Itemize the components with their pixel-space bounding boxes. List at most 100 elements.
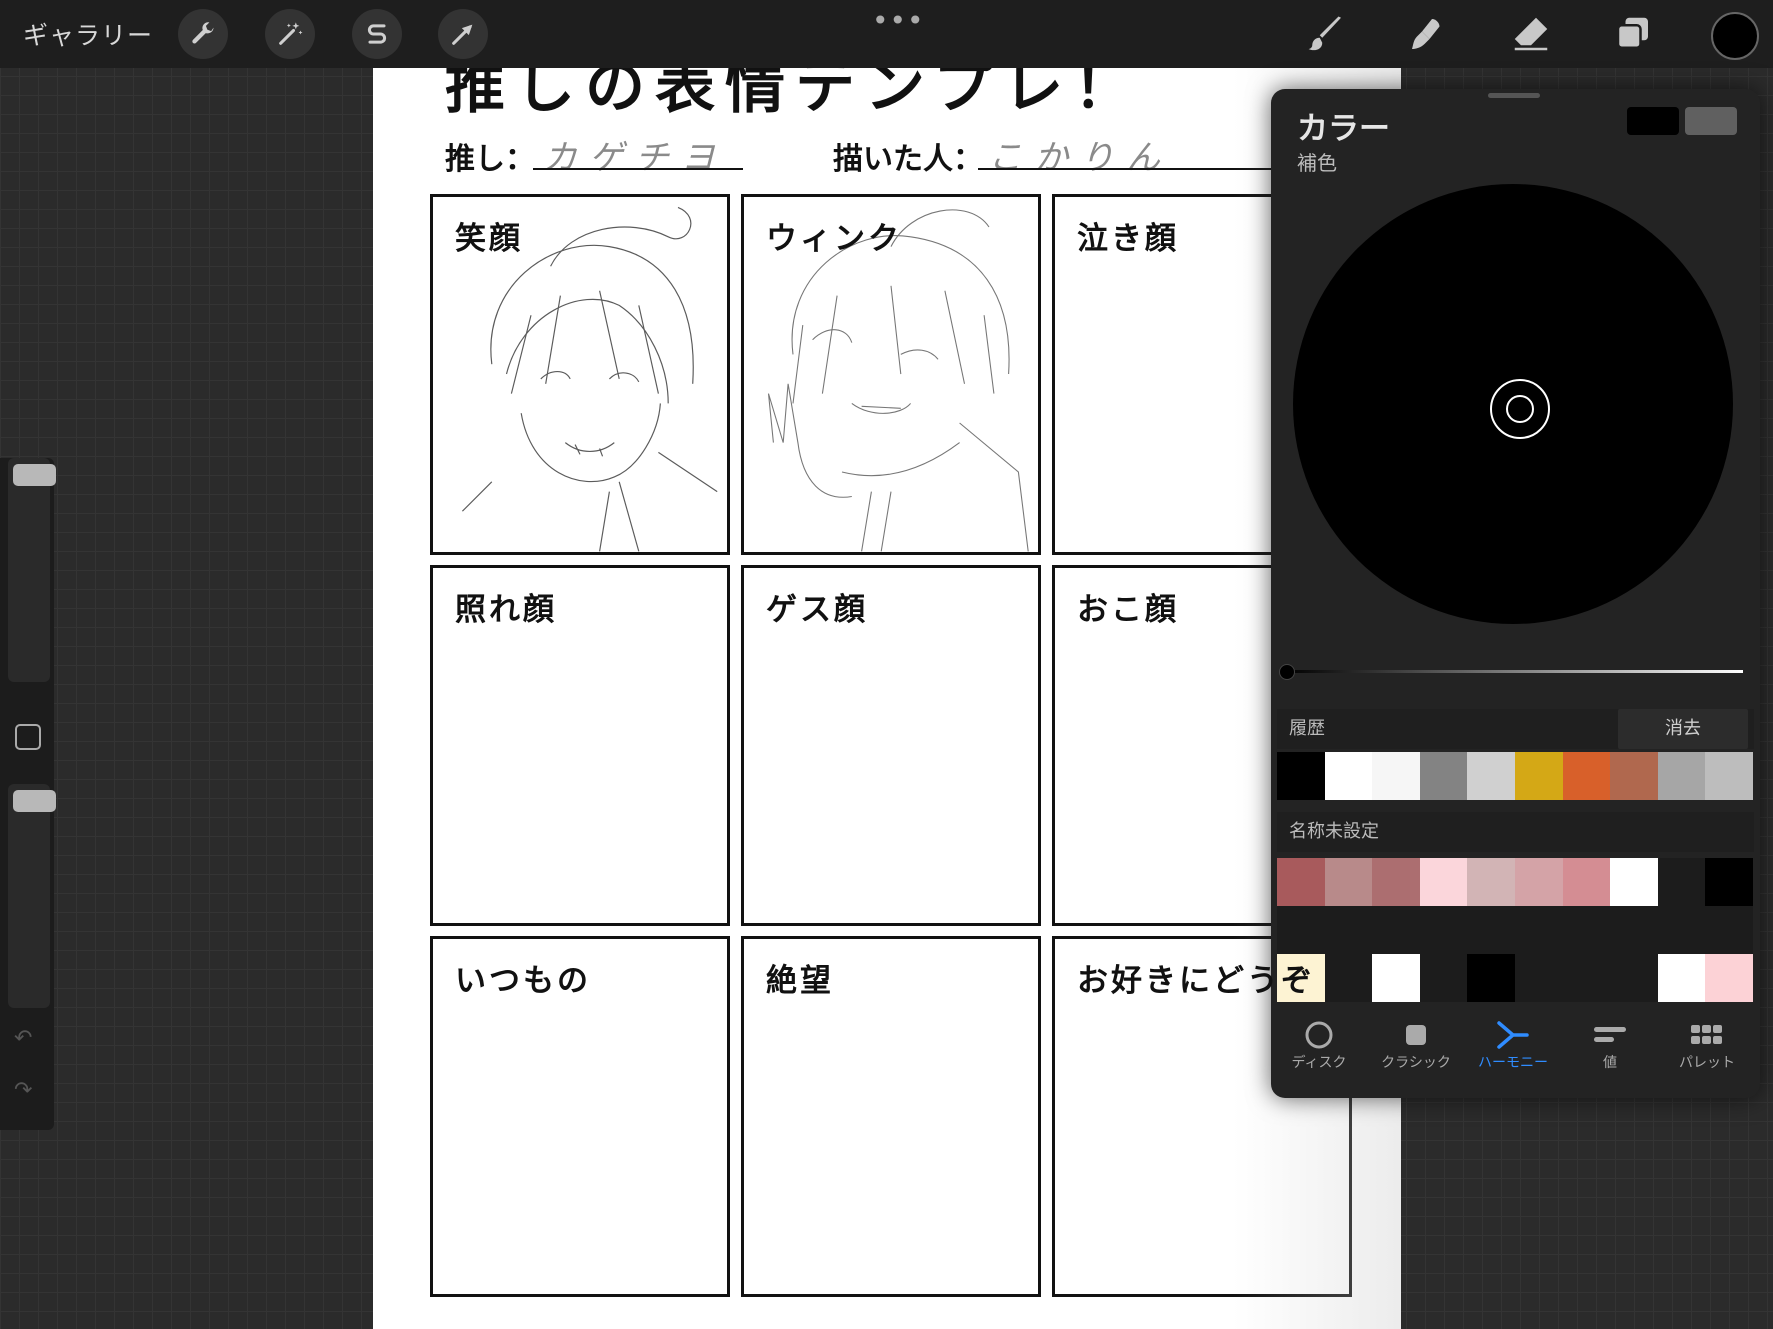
tab-label: ハーモニー [1478,1055,1548,1071]
color-swatch[interactable] [1657,954,1706,1002]
color-swatch[interactable] [1562,954,1611,1002]
color-swatch[interactable] [1372,906,1420,954]
color-swatch[interactable] [1419,858,1468,906]
color-swatch[interactable] [1324,906,1373,954]
color-button[interactable] [1711,12,1759,60]
undo-icon[interactable]: ↶ [14,1026,32,1051]
color-swatch[interactable] [1657,906,1706,954]
color-swatch[interactable] [1514,752,1563,800]
color-mode-tabs: ディスク クラシック ハーモニー 値 パレット [1271,1018,1760,1094]
color-swatch[interactable] [1514,858,1563,906]
opacity-slider[interactable] [8,784,56,1008]
color-swatch[interactable] [1419,906,1468,954]
wrench-icon [192,22,214,44]
canvas-document[interactable]: 推しの表情テンプレ！ 推し： カゲチヨ 描いた人： こかりん 笑顔 ウィンク 泣… [373,68,1401,1329]
secondary-color-swatch[interactable] [1685,107,1737,135]
cell-label: 泣き顔 [1077,221,1179,257]
harmony-icon [1497,1021,1529,1049]
brightness-slider[interactable] [1279,664,1743,680]
cell-label: 絶望 [766,963,834,999]
more-options-icon[interactable]: ••• [872,4,925,37]
transform-button[interactable] [438,9,488,59]
layers-button[interactable] [1609,10,1657,58]
cell-usual[interactable]: いつもの [430,936,730,1297]
cell-smile[interactable]: 笑顔 [430,194,730,555]
panel-grabber[interactable] [1488,93,1540,98]
brightness-knob[interactable] [1279,664,1295,680]
color-swatch[interactable] [1372,858,1420,906]
smudge-tool[interactable] [1403,10,1451,58]
top-toolbar: ギャラリー ••• [0,0,1773,68]
palette-name[interactable]: 名称未設定 [1289,821,1379,842]
opacity-thumb[interactable] [13,790,56,812]
color-swatch[interactable] [1514,954,1563,1002]
cell-label: おこ顔 [1077,592,1179,628]
primary-color-swatch[interactable] [1627,107,1679,135]
cell-blush[interactable]: 照れ顔 [430,565,730,926]
color-picker-handle[interactable] [1490,379,1550,439]
smudge-finger-icon [1412,19,1440,49]
color-panel: カラー 補色 履歴 消去 名称未設定 ディスク クラシック ハーモニー 値 パレ… [1271,89,1760,1098]
color-swatch[interactable] [1705,858,1753,906]
tab-disc[interactable]: ディスク [1271,1018,1367,1072]
color-swatch[interactable] [1372,954,1420,1002]
color-swatch[interactable] [1705,954,1753,1002]
tab-value[interactable]: 値 [1562,1018,1658,1072]
harmony-mode-label[interactable]: 補色 [1297,147,1337,176]
color-swatch[interactable] [1372,752,1420,800]
brush-size-thumb[interactable] [13,464,56,486]
color-swatch[interactable] [1324,858,1373,906]
tab-palette[interactable]: パレット [1659,1018,1755,1072]
modify-button[interactable] [15,724,41,750]
eraser-tool[interactable] [1507,10,1555,58]
color-swatch[interactable] [1610,954,1658,1002]
cell-despair[interactable]: 絶望 [741,936,1041,1297]
color-harmony-wheel[interactable] [1293,184,1733,624]
palette-row [1277,954,1753,1002]
color-swatch[interactable] [1467,906,1515,954]
color-swatch[interactable] [1562,752,1611,800]
color-swatch[interactable] [1467,752,1515,800]
oshi-label: 推し： [445,142,535,177]
color-swatch[interactable] [1610,858,1658,906]
color-swatch[interactable] [1610,906,1658,954]
color-swatch[interactable] [1610,752,1658,800]
cell-free-choice[interactable]: お好きにどうぞ [1052,936,1352,1297]
color-swatch[interactable] [1562,906,1611,954]
color-swatch[interactable] [1562,858,1611,906]
color-swatch[interactable] [1324,752,1373,800]
color-swatch[interactable] [1324,954,1373,1002]
disc-icon [1305,1021,1333,1049]
tab-label: ディスク [1291,1055,1347,1071]
cell-label: お好きにどうぞ [1077,963,1315,999]
history-swatches [1277,752,1753,800]
color-swatch[interactable] [1705,752,1753,800]
cell-label: 笑顔 [455,221,523,257]
selection-button[interactable] [352,9,402,59]
tab-harmony[interactable]: ハーモニー [1465,1018,1561,1072]
color-swatch[interactable] [1467,858,1515,906]
color-swatch[interactable] [1277,906,1325,954]
cell-smirk[interactable]: ゲス顔 [741,565,1041,926]
brush-tool[interactable] [1302,10,1350,58]
redo-icon[interactable]: ↷ [14,1078,32,1103]
color-swatch[interactable] [1705,906,1753,954]
brush-size-slider[interactable] [8,458,56,682]
color-swatch[interactable] [1657,752,1706,800]
gallery-button[interactable]: ギャラリー [23,16,153,52]
clear-history-button[interactable]: 消去 [1618,709,1748,749]
color-swatch[interactable] [1277,858,1325,906]
cell-label: ゲス顔 [766,592,868,628]
color-swatch[interactable] [1514,906,1563,954]
adjustments-button[interactable] [265,9,315,59]
color-swatch[interactable] [1277,752,1325,800]
cell-wink[interactable]: ウィンク [741,194,1041,555]
color-swatch[interactable] [1467,954,1515,1002]
color-swatch[interactable] [1657,858,1706,906]
palette-row [1277,858,1753,906]
color-swatch[interactable] [1419,954,1468,1002]
actions-button[interactable] [178,9,228,59]
layers-icon [1616,17,1648,49]
tab-classic[interactable]: クラシック [1368,1018,1464,1072]
color-swatch[interactable] [1419,752,1468,800]
